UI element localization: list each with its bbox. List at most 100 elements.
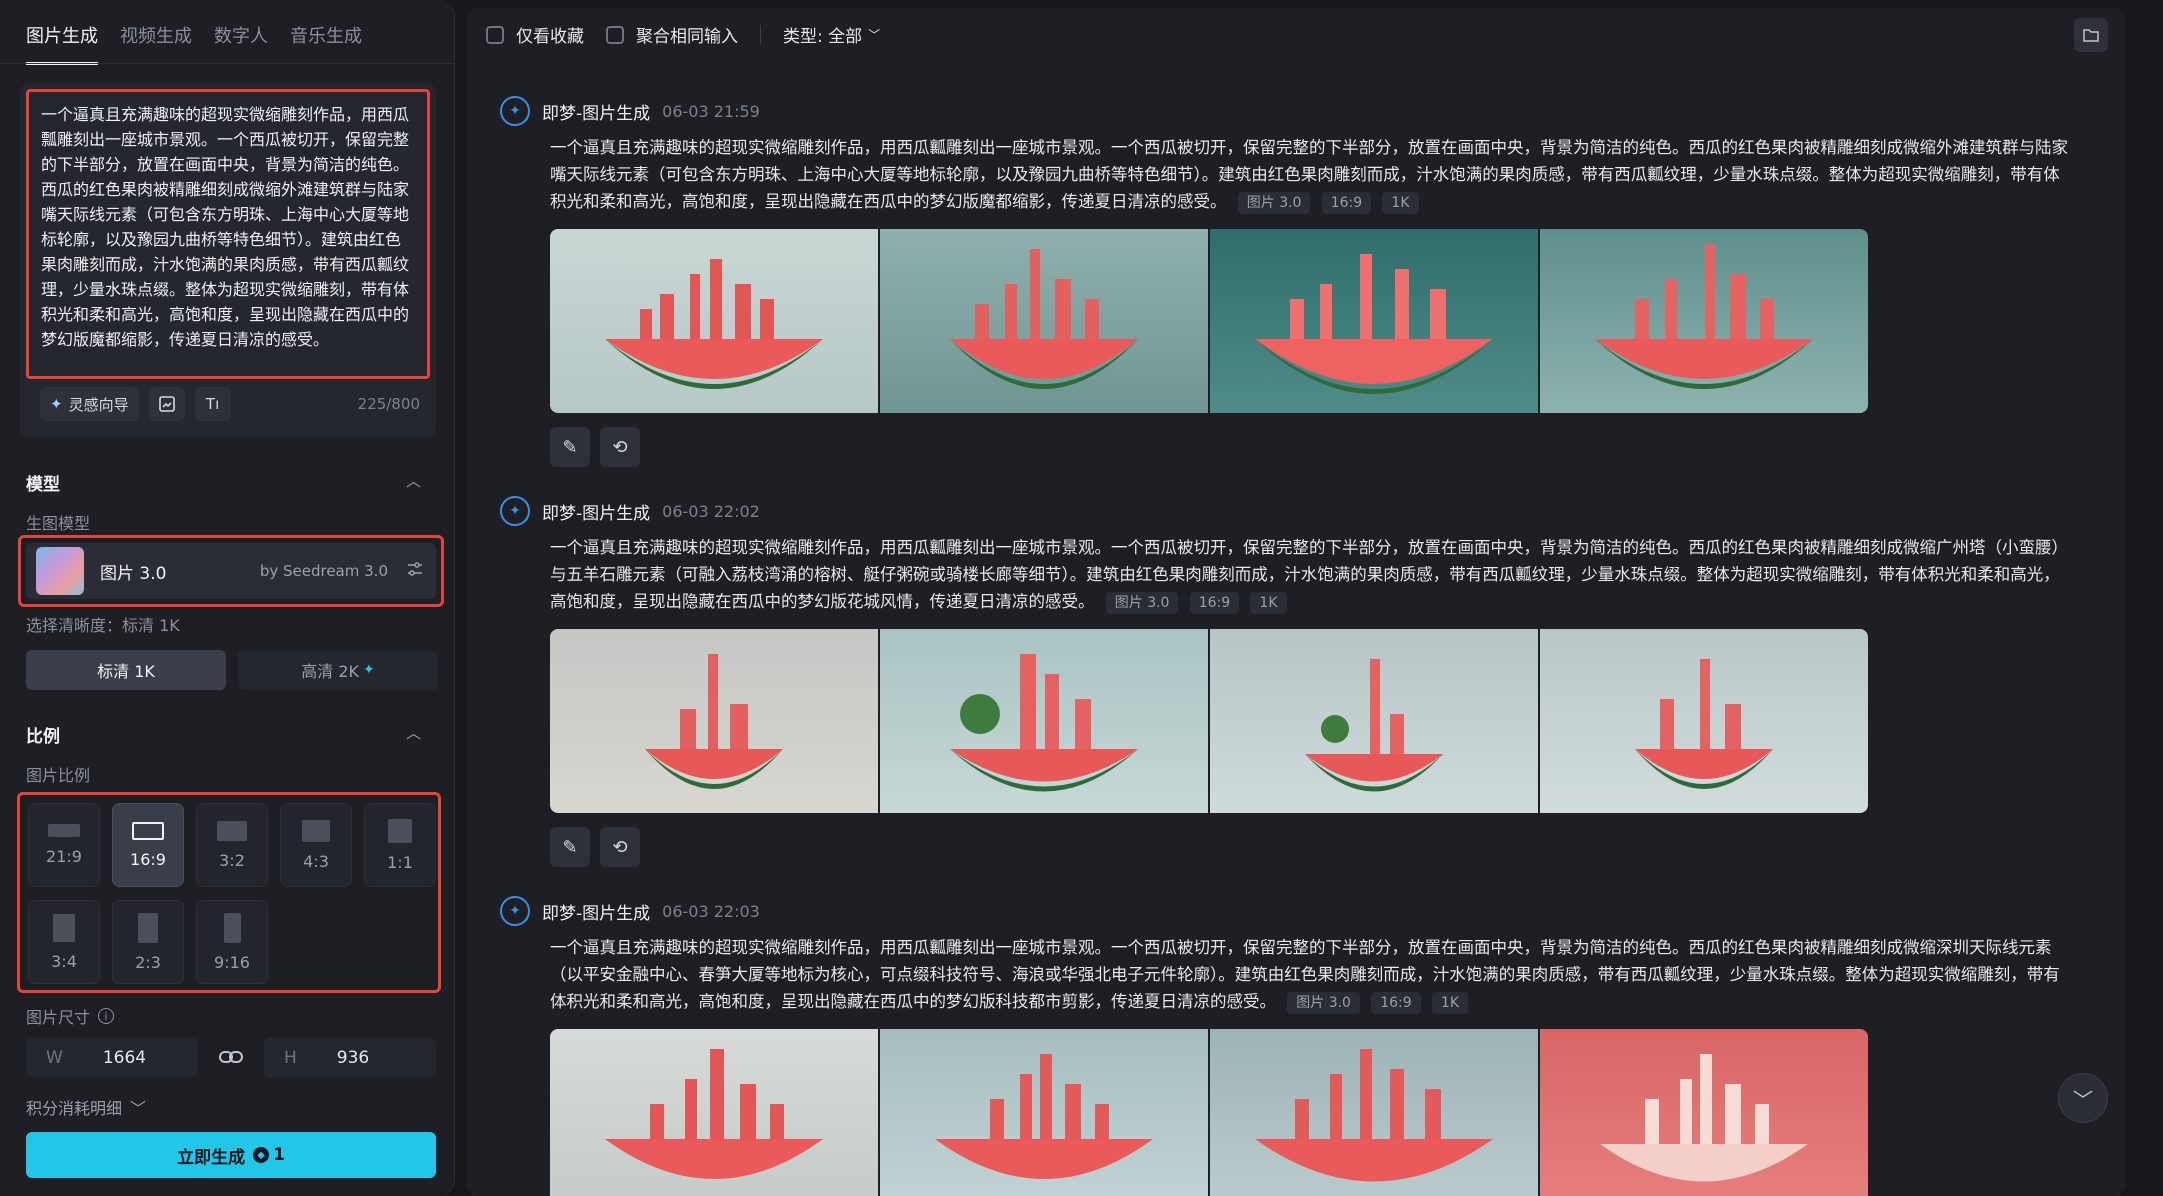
height-field[interactable]: H 936 (264, 1038, 436, 1078)
tab-video-generation[interactable]: 视频生成 (120, 22, 192, 65)
ratio-label: 4:3 (303, 851, 329, 871)
tag-ratio: 16:9 (1189, 592, 1240, 614)
generated-image[interactable] (1210, 229, 1538, 413)
tag-model: 图片 3.0 (1237, 192, 1311, 214)
generated-image[interactable] (550, 1029, 878, 1196)
chevron-down-icon: ﹀ (130, 1099, 147, 1118)
generated-image[interactable] (550, 229, 878, 413)
ratio-4-3[interactable]: 4:3 (280, 803, 352, 887)
refresh-icon: ⟲ (612, 836, 628, 858)
aggregate-input-checkbox[interactable]: 聚合相同输入 (606, 22, 738, 47)
ratio-shape-icon (48, 824, 80, 837)
entry-prompt[interactable]: 一个逼真且充满趣味的超现实微缩雕刻作品，用西瓜瓤雕刻出一座城市景观。一个西瓜被切… (550, 534, 2070, 615)
entry-actions: ✎ ⟲ (550, 827, 2096, 867)
entry-time: 06-03 22:03 (662, 901, 760, 921)
generate-cost: ◆ 1 (253, 1145, 285, 1165)
ratio-shape-icon (138, 912, 158, 943)
generated-image[interactable] (880, 229, 1208, 413)
results-panel: 仅看收藏 聚合相同输入 类型: 全部 ﹀ ✦ 即梦-图片生成 06-03 21:… (466, 8, 2126, 1196)
credit-details-toggle[interactable]: 积分消耗明细 ﹀ (26, 1095, 146, 1119)
entry-actions: ✎ ⟲ (550, 427, 2096, 467)
model-section-title: 模型 (26, 475, 60, 495)
width-field[interactable]: W 1664 (26, 1038, 198, 1078)
generated-image[interactable] (880, 1029, 1208, 1196)
generated-image[interactable] (1540, 629, 1868, 813)
size-label: 图片尺寸 (26, 1008, 91, 1027)
regenerate-button[interactable]: ⟲ (600, 427, 640, 467)
edit-button[interactable]: ✎ (550, 827, 590, 867)
checkbox-box (486, 25, 504, 44)
width-value: 1664 (102, 1048, 147, 1068)
tag-resolution: 1K (1382, 192, 1419, 214)
generated-image[interactable] (1210, 1029, 1538, 1196)
tab-digital-human[interactable]: 数字人 (214, 22, 268, 65)
favorites-only-checkbox[interactable]: 仅看收藏 (486, 22, 584, 47)
ratio-shape-icon (388, 818, 412, 843)
model-selector[interactable]: 图片 3.0 by Seedream 3.0 (18, 535, 444, 607)
width-key: W (46, 1048, 63, 1068)
inspiration-guide-button[interactable]: ✦ 灵感向导 (40, 387, 139, 421)
entry-source: 即梦-图片生成 (542, 503, 651, 524)
ratio-3-2[interactable]: 3:2 (196, 803, 268, 887)
entry-header: ✦ 即梦-图片生成 06-03 21:59 (500, 96, 2096, 126)
entry-source: 即梦-图片生成 (542, 103, 651, 124)
sparkle-icon: ✦ (363, 662, 375, 678)
info-icon[interactable]: i (98, 1008, 115, 1024)
tag-ratio: 16:9 (1321, 192, 1372, 214)
char-counter: 225/800 (357, 395, 420, 413)
resolution-1k-label: 标清 1K (97, 662, 155, 681)
resolution-2k-button[interactable]: 高清 2K ✦ (238, 650, 438, 690)
regenerate-button[interactable]: ⟲ (600, 827, 640, 867)
tab-image-generation[interactable]: 图片生成 (26, 22, 98, 65)
entry-prompt[interactable]: 一个逼真且充满趣味的超现实微缩雕刻作品，用西瓜瓤雕刻出一座城市景观。一个西瓜被切… (550, 934, 2070, 1015)
image-grid (550, 229, 2096, 413)
image-grid (550, 629, 2096, 813)
type-filter-label: 类型: 全部 (783, 27, 863, 47)
resolution-options: 标清 1K 高清 2K ✦ (26, 650, 438, 690)
ratio-2-3[interactable]: 2:3 (112, 900, 184, 984)
ratio-1-1[interactable]: 1:1 (364, 803, 436, 887)
model-sub-label: 生图模型 (26, 514, 91, 533)
prompt-textarea[interactable]: 一个逼真且充满趣味的超现实微缩雕刻作品，用西瓜瓢雕刻出一座城市景观。一个西瓜被切… (26, 89, 430, 379)
prompt-toolbar: ✦ 灵感向导 Tı (40, 387, 231, 421)
generated-image[interactable] (880, 629, 1208, 813)
generated-image[interactable] (1210, 629, 1538, 813)
ratio-9-16[interactable]: 9:16 (196, 900, 268, 984)
ratio-label: 1:1 (387, 852, 413, 872)
type-filter-dropdown[interactable]: 类型: 全部 ﹀ (783, 22, 880, 47)
tag-model: 图片 3.0 (1105, 592, 1179, 614)
generate-button[interactable]: 立即生成 ◆ 1 (26, 1132, 436, 1178)
generation-entry: ✦ 即梦-图片生成 06-03 22:02 一个逼真且充满趣味的超现实微缩雕刻作… (500, 496, 2096, 867)
ratio-collapse-icon[interactable]: ︿ (406, 722, 421, 743)
size-label-row: 图片尺寸 i (26, 1004, 115, 1028)
ratio-section-title: 比例 (26, 727, 60, 747)
entry-source: 即梦-图片生成 (542, 903, 651, 924)
jimeng-logo-icon: ✦ (500, 496, 530, 526)
model-collapse-icon[interactable]: ︿ (406, 470, 421, 491)
resolution-2k-label: 高清 2K (301, 662, 360, 681)
edit-button[interactable]: ✎ (550, 427, 590, 467)
settings-sliders-icon[interactable] (404, 560, 426, 582)
toolbar-divider (760, 24, 761, 45)
ratio-16-9[interactable]: 16:9 (112, 803, 184, 887)
pencil-icon: ✎ (562, 836, 578, 858)
image-grid (550, 1029, 2096, 1196)
tab-music-generation[interactable]: 音乐生成 (290, 22, 362, 65)
left-panel: 图片生成 视频生成 数字人 音乐生成 一个逼真且充满趣味的超现实微缩雕刻作品，用… (0, 0, 455, 1196)
folder-button[interactable] (2074, 18, 2108, 52)
generated-image[interactable] (1540, 229, 1868, 413)
folder-icon (2083, 29, 2099, 42)
entry-prompt[interactable]: 一个逼真且充满趣味的超现实微缩雕刻作品，用西瓜瓤雕刻出一座城市景观。一个西瓜被切… (550, 134, 2070, 215)
tag-model: 图片 3.0 (1287, 992, 1360, 1014)
ratio-21-9[interactable]: 21:9 (28, 803, 100, 887)
link-icon[interactable] (216, 1046, 246, 1070)
favorites-only-label: 仅看收藏 (516, 27, 584, 47)
image-reference-button[interactable] (148, 387, 185, 421)
generated-image[interactable] (1540, 1029, 1868, 1196)
text-format-button[interactable]: Tı (194, 387, 231, 421)
ratio-3-4[interactable]: 3:4 (28, 900, 100, 984)
generated-image[interactable] (550, 629, 878, 813)
inspiration-guide-label: 灵感向导 (68, 395, 129, 414)
scroll-to-bottom-button[interactable]: ﹀ (2058, 1073, 2108, 1123)
resolution-1k-button[interactable]: 标清 1K (26, 650, 226, 690)
